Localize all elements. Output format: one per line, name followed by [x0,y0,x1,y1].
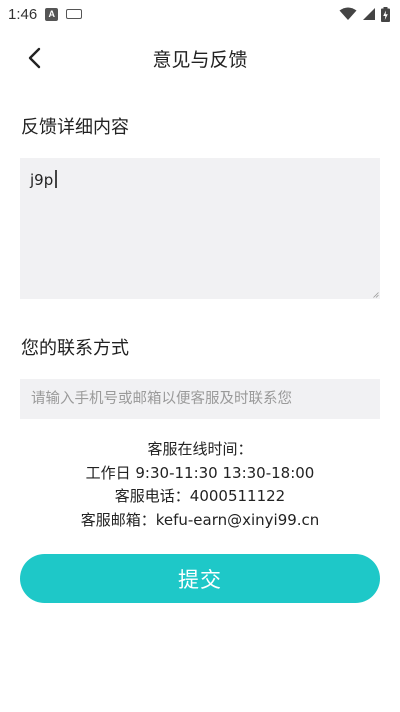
feedback-textarea[interactable]: j9p [20,158,380,299]
service-email: 客服邮箱：kefu-earn@xinyi99.cn [80,510,320,529]
status-time: 1:46 [8,5,38,23]
status-bar: 1:46 A [0,0,400,28]
nav-bar: 意见与反馈 [0,36,400,80]
service-phone: 客服电话：4000511122 [114,487,286,505]
back-button[interactable] [18,42,50,74]
service-info: 客服在线时间： 工作日 9:30-11:30 13:30-18:00 客服电话：… [0,438,400,532]
service-hours: 工作日 9:30-11:30 13:30-18:00 [85,463,315,482]
submit-button[interactable]: 提交 [20,554,380,603]
contact-label: 您的联系方式 [21,338,129,359]
text-caret [55,170,57,188]
chevron-left-icon [28,47,41,69]
battery-charging-icon [381,6,390,22]
status-left: 1:46 A [8,5,83,23]
feedback-label: 反馈详细内容 [21,117,129,138]
wifi-icon [339,7,357,20]
feedback-text: j9p [30,171,54,189]
a-notification-icon: A [45,7,59,21]
contact-input[interactable] [20,379,380,419]
cell-signal-icon [363,8,375,20]
status-right [339,6,390,22]
keyboard-icon [66,9,83,19]
resize-grip-icon[interactable] [373,292,379,298]
service-hours-title: 客服在线时间： [147,440,253,458]
page-title: 意见与反馈 [152,48,248,71]
